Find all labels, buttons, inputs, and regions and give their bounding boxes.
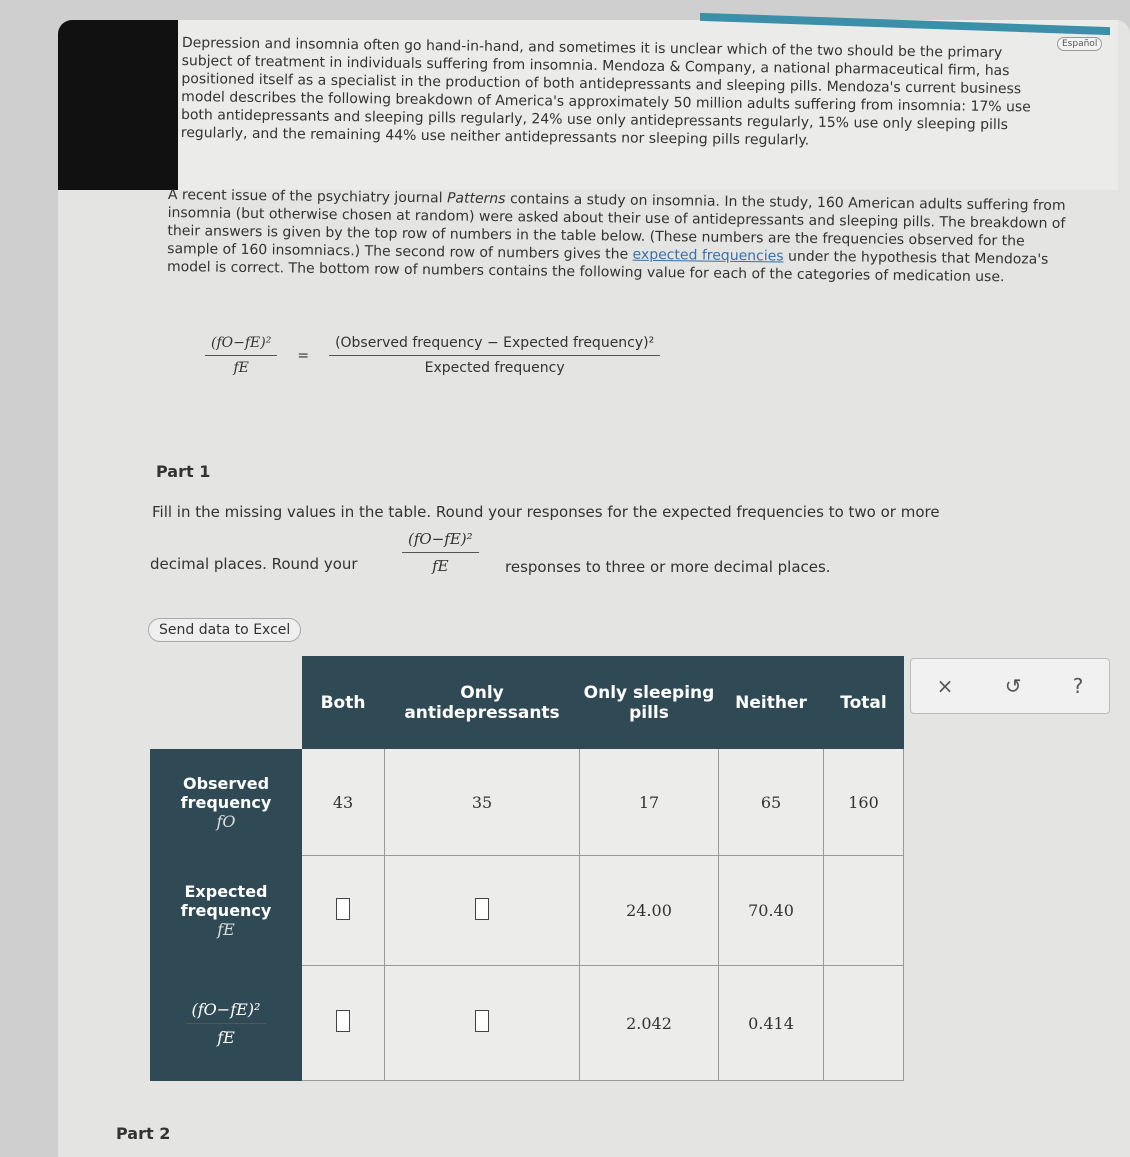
help-icon[interactable]: ? bbox=[1073, 674, 1084, 698]
row-formula-denominator: fE bbox=[217, 1027, 235, 1047]
expected-both-input[interactable] bbox=[336, 897, 350, 920]
cell-observed-total: 160 bbox=[823, 748, 904, 856]
cell-chi-both[interactable] bbox=[301, 965, 385, 1081]
col-total: Total bbox=[823, 656, 904, 749]
table-row-observed: Observed frequency fO 43 35 17 65 160 bbox=[150, 748, 904, 856]
chi-only-antidepressants-input[interactable] bbox=[475, 1010, 489, 1032]
expected-only-antidepressants-input[interactable] bbox=[475, 897, 489, 920]
lhs-numerator: (fO−fE)² bbox=[205, 335, 278, 356]
intro-paragraph-1: Depression and insomnia often go hand-in… bbox=[180, 34, 1031, 149]
table-row-expected: Expected frequency fE 24.00 70.40 bbox=[150, 855, 904, 966]
rhs-denominator: Expected frequency bbox=[424, 360, 565, 376]
cell-observed-neither: 65 bbox=[718, 748, 824, 856]
cell-expected-only-sleeping-pills: 24.00 bbox=[579, 855, 719, 966]
table-row-chi-component: (fO−fE)² fE 2.042 0.414 bbox=[150, 965, 904, 1081]
row-header-expected: Expected frequency fE bbox=[150, 855, 302, 966]
part2-title: Part 2 bbox=[116, 1124, 171, 1143]
cell-chi-total bbox=[823, 965, 904, 1081]
language-button[interactable]: Español bbox=[1057, 37, 1103, 51]
inline-formula: (fO−fE)² fE bbox=[402, 530, 479, 575]
expected-frequencies-link[interactable]: expected frequencies bbox=[632, 247, 783, 265]
cell-expected-both[interactable] bbox=[301, 855, 385, 966]
frequency-table: Both Only antidepressants Only sleeping … bbox=[150, 656, 904, 1081]
part1-instructions-a: Fill in the missing values in the table.… bbox=[152, 503, 940, 521]
text: A recent issue of the psychiatry journal bbox=[167, 186, 448, 207]
col-only-antidepressants: Only antidepressants bbox=[384, 656, 580, 749]
formula-rhs: (Observed frequency − Expected frequency… bbox=[329, 335, 661, 376]
inline-numerator: (fO−fE)² bbox=[402, 530, 479, 553]
inline-denominator: fE bbox=[432, 557, 449, 575]
row-header-chi-component: (fO−fE)² fE bbox=[150, 965, 302, 1081]
cell-observed-only-sleeping-pills: 17 bbox=[579, 748, 719, 856]
col-both: Both bbox=[301, 656, 385, 749]
clear-icon[interactable]: × bbox=[937, 674, 954, 698]
cell-expected-neither: 70.40 bbox=[718, 855, 824, 966]
undo-icon[interactable]: ↺ bbox=[1005, 674, 1022, 698]
header-row: Both Only antidepressants Only sleeping … bbox=[150, 656, 904, 749]
row-header-observed: Observed frequency fO bbox=[150, 748, 302, 856]
row-symbol: fO bbox=[216, 811, 236, 831]
cell-chi-only-antidepressants[interactable] bbox=[384, 965, 580, 1081]
left-dark-band bbox=[58, 20, 178, 190]
col-only-sleeping-pills: Only sleeping pills bbox=[579, 656, 719, 749]
send-to-excel-button[interactable]: Send data to Excel bbox=[148, 618, 302, 642]
intro-paragraph-2: A recent issue of the psychiatry journal… bbox=[167, 186, 1068, 287]
cell-chi-only-sleeping-pills: 2.042 bbox=[579, 965, 719, 1081]
cell-chi-neither: 0.414 bbox=[718, 965, 824, 1081]
row-formula: (fO−fE)² fE bbox=[152, 1000, 300, 1047]
row-formula-numerator: (fO−fE)² bbox=[185, 1000, 267, 1024]
corner-cell bbox=[150, 656, 302, 749]
part1-instructions-c: responses to three or more decimal place… bbox=[505, 558, 831, 576]
cell-expected-only-antidepressants[interactable] bbox=[384, 855, 580, 966]
row-symbol: fE bbox=[217, 920, 235, 939]
part1-instructions-b: decimal places. Round your bbox=[150, 555, 358, 573]
rhs-numerator: (Observed frequency − Expected frequency… bbox=[329, 335, 661, 356]
cell-observed-only-antidepressants: 35 bbox=[384, 748, 580, 856]
row-label: Expected frequency bbox=[180, 882, 272, 920]
col-neither: Neither bbox=[718, 656, 824, 749]
journal-name: Patterns bbox=[446, 190, 506, 208]
equals-sign: = bbox=[297, 347, 310, 364]
formula: (fO−fE)² fE = (Observed frequency − Expe… bbox=[205, 335, 661, 376]
chi-both-input[interactable] bbox=[336, 1010, 350, 1032]
part1-title: Part 1 bbox=[156, 462, 211, 481]
lhs-denominator: fE bbox=[233, 360, 249, 376]
answer-tools: × ↺ ? bbox=[910, 658, 1110, 714]
row-label: Observed frequency bbox=[180, 773, 272, 812]
cell-expected-total bbox=[823, 855, 904, 966]
formula-lhs: (fO−fE)² fE bbox=[205, 335, 278, 376]
cell-observed-both: 43 bbox=[301, 748, 385, 856]
